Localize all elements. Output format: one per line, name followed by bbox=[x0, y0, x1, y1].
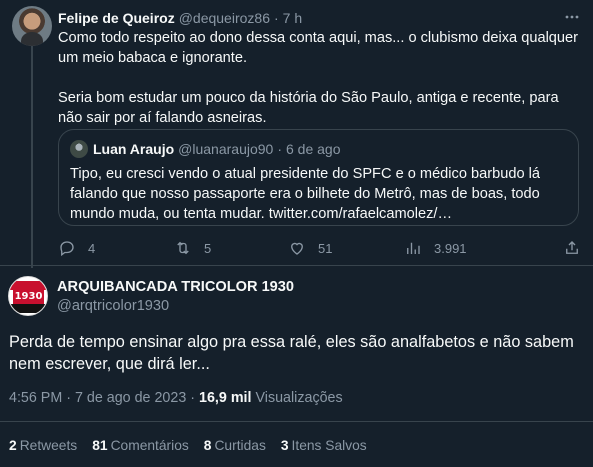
stat-retweets[interactable]: 2 Retweets bbox=[9, 438, 77, 453]
views-count: 3.991 bbox=[434, 240, 467, 256]
quote-handle: @luanaraujo90 bbox=[178, 141, 274, 157]
quote-timestamp: 6 de ago bbox=[286, 141, 341, 157]
tweet-stats: 2 Retweets 81 Comentários 8 Curtidas 3 Itens… bbox=[9, 438, 382, 453]
reply-tweet[interactable]: Felipe de Queiroz @dequeiroz86 · 7 h Com… bbox=[0, 0, 593, 268]
share-icon bbox=[566, 241, 578, 254]
avatar-band bbox=[9, 281, 47, 290]
tweet-paragraph: Como todo respeito ao dono dessa conta a… bbox=[58, 30, 579, 66]
display-name[interactable]: Felipe de Queiroz bbox=[58, 10, 175, 26]
reply-icon bbox=[60, 241, 74, 257]
retweet-button[interactable]: 5 bbox=[174, 239, 211, 257]
reply-header: Felipe de Queiroz @dequeiroz86 · 7 h bbox=[58, 9, 302, 27]
views-label: Visualizações bbox=[255, 390, 343, 406]
avatar-logo-text: 1930 bbox=[13, 290, 44, 304]
more-icon[interactable] bbox=[564, 9, 580, 25]
tweet-meta: 4:56 PM · 7 de ago de 2023 · 16,9 mil Vi… bbox=[9, 390, 343, 406]
stat-likes[interactable]: 8 Curtidas bbox=[204, 438, 266, 453]
tweet-text: Perda de tempo ensinar algo pra essa ral… bbox=[9, 333, 574, 373]
share-button[interactable] bbox=[563, 239, 593, 257]
views-button[interactable]: 3.991 bbox=[404, 239, 467, 257]
handle[interactable]: @dequeiroz86 bbox=[179, 10, 270, 26]
quoted-tweet[interactable]: Luan Araujo @luanaraujo90 · 6 de ago Tip… bbox=[58, 129, 579, 226]
timestamp[interactable]: 4:56 PM bbox=[9, 390, 62, 406]
views-count: 16,9 mil bbox=[199, 390, 252, 406]
divider bbox=[0, 421, 593, 422]
quote-display-name: Luan Araujo bbox=[93, 141, 175, 157]
like-icon bbox=[291, 242, 303, 255]
thread-line bbox=[31, 46, 33, 268]
display-name[interactable]: ARQUIBANCADA TRICOLOR 1930 bbox=[57, 279, 294, 295]
timestamp[interactable]: 7 h bbox=[283, 10, 302, 26]
action-bar: 4 5 51 3.991 bbox=[58, 239, 583, 259]
reply-button[interactable]: 4 bbox=[58, 239, 95, 257]
like-count: 51 bbox=[318, 240, 333, 256]
tweet-thread: Felipe de Queiroz @dequeiroz86 · 7 h Com… bbox=[0, 0, 593, 467]
avatar[interactable] bbox=[12, 6, 52, 46]
quote-text: Tipo, eu cresci vendo o atual presidente… bbox=[70, 166, 540, 222]
like-button[interactable]: 51 bbox=[288, 239, 332, 257]
retweet-count: 5 bbox=[204, 240, 212, 256]
separator: · bbox=[190, 390, 196, 406]
tweet-paragraph: Seria bom estudar um pouco da história d… bbox=[58, 90, 559, 126]
stat-comments[interactable]: 81 Comentários bbox=[92, 438, 189, 453]
retweet-icon bbox=[177, 241, 189, 255]
views-icon bbox=[407, 242, 420, 254]
avatar-band bbox=[9, 304, 47, 313]
reply-count: 4 bbox=[88, 240, 96, 256]
quote-header: Luan Araujo @luanaraujo90 · 6 de ago bbox=[70, 140, 341, 158]
quote-avatar bbox=[70, 140, 88, 158]
stat-bookmarks[interactable]: 3 Itens Salvos bbox=[281, 438, 367, 453]
separator: · bbox=[273, 10, 279, 26]
date[interactable]: 7 de ago de 2023 bbox=[75, 390, 186, 406]
separator: · bbox=[277, 141, 282, 157]
avatar[interactable]: 1930 bbox=[8, 276, 48, 316]
divider bbox=[0, 265, 593, 266]
separator: · bbox=[66, 390, 71, 406]
handle[interactable]: @arqtricolor1930 bbox=[57, 298, 169, 314]
